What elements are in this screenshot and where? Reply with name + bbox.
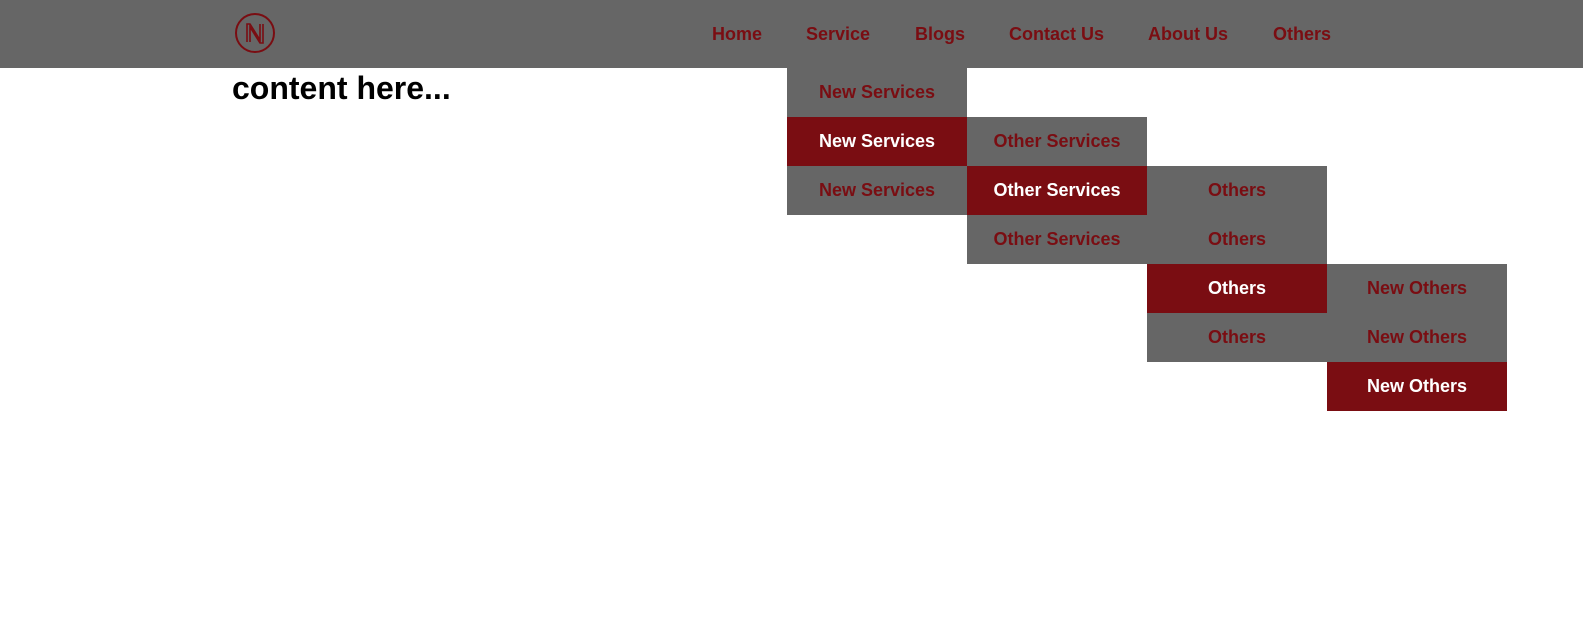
menu-item-new-services[interactable]: New Services	[787, 68, 967, 117]
nav-home[interactable]: Home	[712, 23, 762, 45]
page-heading: content here...	[232, 70, 451, 106]
nav-contact-us[interactable]: Contact Us	[1009, 23, 1104, 45]
nav-others[interactable]: Others	[1273, 23, 1331, 45]
submenu-item-others[interactable]: Others	[1147, 215, 1327, 264]
submenu-item-new-others[interactable]: New Others	[1327, 313, 1507, 362]
top-navigation-bar: Home Service Blogs Contact Us About Us O…	[0, 0, 1583, 68]
menu-item-new-services[interactable]: New Services	[787, 166, 967, 215]
submenu-item-new-others[interactable]: New Others	[1327, 264, 1507, 313]
nav-service[interactable]: Service	[806, 23, 870, 45]
menu-item-new-services-active[interactable]: New Services	[787, 117, 967, 166]
submenu-item-other-services[interactable]: Other Services	[967, 215, 1147, 264]
submenu-item-others[interactable]: Others	[1147, 166, 1327, 215]
logo-icon[interactable]	[234, 12, 276, 54]
nav-about-us[interactable]: About Us	[1148, 23, 1228, 45]
submenu-item-new-others-active[interactable]: New Others	[1327, 362, 1507, 411]
submenu-item-other-services[interactable]: Other Services	[967, 117, 1147, 166]
submenu-item-others[interactable]: Others	[1147, 313, 1327, 362]
submenu-item-other-services-active[interactable]: Other Services	[967, 166, 1147, 215]
submenu-item-others-active[interactable]: Others	[1147, 264, 1327, 313]
nav-blogs[interactable]: Blogs	[915, 23, 965, 45]
